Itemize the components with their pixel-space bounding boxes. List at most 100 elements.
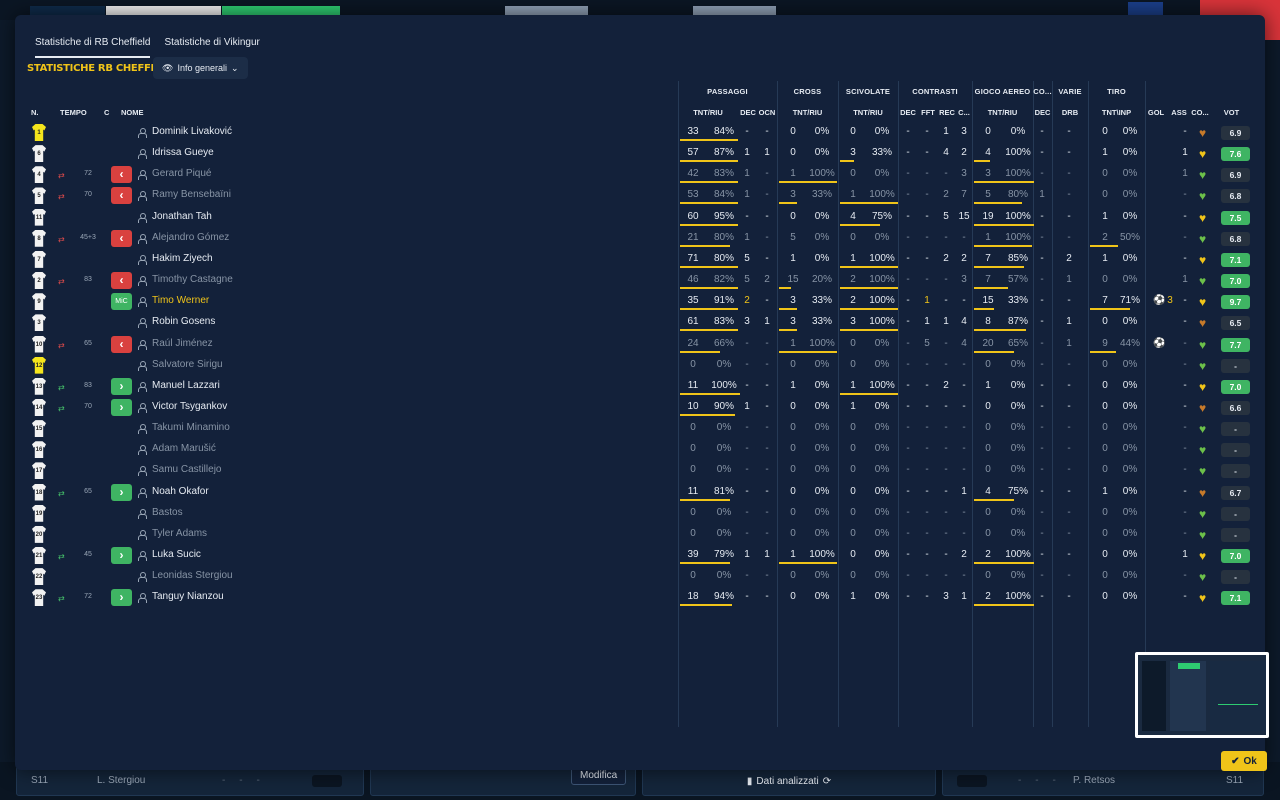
table-row[interactable]: 10 ⇄ 65 ‹ Raúl Jiménez 24 66% - -1 100% 0 0% -5-4 20 6… [25,334,1250,355]
player-profile-icon[interactable] [138,402,147,413]
player-name[interactable]: Victor Tsygankov [152,401,227,412]
goals-count: 3 [1167,295,1173,307]
table-row[interactable]: 9 MiC Timo Werner 35 91% 2-3 33% 2 100% -1- -15 33%… [25,291,1250,312]
player-profile-icon[interactable] [138,508,147,519]
player-name[interactable]: Adam Marušić [152,443,216,454]
player-name[interactable]: Manuel Lazzari [152,380,220,391]
dati-analizzati-button[interactable]: ▮ Dati analizzati ⟳ [642,766,936,796]
player-profile-icon[interactable] [138,191,147,202]
player-profile-icon[interactable] [138,572,147,583]
shot-attempts: 0 [1102,189,1108,201]
player-profile-icon[interactable] [138,424,147,435]
pass-percent: 87% [713,147,734,159]
table-row[interactable]: 7 Hakim Ziyech 71 80% 5-1 0% 1 100% - -2 2 7 85% -2 1 0… [25,249,1250,270]
player-profile-icon[interactable] [138,276,147,287]
player-profile-icon[interactable] [138,149,147,160]
table-row[interactable]: 23 ⇄ 72 › Tanguy Nianzou 18 94% - -0 0% 1 0% - -3 1 2 10… [25,587,1250,608]
table-row[interactable]: 21 ⇄ 45 › Luka Sucic 39 79% 1 1 1 100% 0 0% - - -2 2 100%… [25,545,1250,566]
player-profile-icon[interactable] [138,466,147,477]
player-name[interactable]: Idrissa Gueye [152,147,214,158]
sub-out-icon: ⇄ [58,171,65,181]
player-name[interactable]: Samu Castillejo [152,464,221,475]
table-row[interactable]: 11 Jonathan Tah 60 95% - -0 0% 4 75% - -5 15 19 100% -… [25,207,1250,228]
match-rating: 6.7 [1221,485,1250,500]
player-profile-icon[interactable] [138,445,147,456]
shot-percent: 0% [1122,168,1138,180]
player-profile-icon[interactable] [138,297,147,308]
pass-attempts: 53 [687,189,699,201]
tab-rb-cheffield[interactable]: Statistiche di RB Cheffield [35,35,151,58]
player-name[interactable]: Alejandro Gómez [152,232,229,243]
player-profile-icon[interactable] [138,381,147,392]
player-profile-icon[interactable] [138,529,147,540]
table-row[interactable]: 19 Bastos 0 0% - -0 0% 0 0% - - - -0 0% - -0 0% - ♥ - [25,503,1250,524]
player-name[interactable]: Gerard Piqué [152,168,211,179]
player-name[interactable]: Bastos [152,507,183,518]
shot-percent: 0% [1122,358,1138,370]
player-name[interactable]: Tanguy Nianzou [152,591,224,602]
tackle-fft: - [925,549,929,560]
dribbles: 2 [1066,252,1072,264]
bottom-right-panel[interactable]: - - - P. Retsos S11 [942,766,1264,796]
player-name[interactable]: Raúl Jiménez [152,338,213,349]
ok-label: Ok [1243,755,1257,767]
table-row[interactable]: 13 ⇄ 83 › Manuel Lazzari 11 100% - -1 0% 1 100% - -2-… [25,376,1250,397]
player-name[interactable]: Salvatore Sirigu [152,359,223,370]
shot-attempts: 0 [1102,443,1108,455]
table-row[interactable]: 22 Leonidas Stergiou 0 0% - - 0 0% 0 0% - - - - 0 0% - - 0… [25,566,1250,587]
table-row[interactable]: 1 Dominik Livaković 33 84% - -0 0% 0 0% - -1 3 0 0% - -… [25,122,1250,143]
pass-percent: 81% [713,485,734,497]
table-row[interactable]: 4 ⇄ 72 ‹ Gerard Piqué 42 83% 1-1 100% 0 0% - - -3 3 100… [25,164,1250,185]
player-name[interactable]: Takumi Minamino [152,422,230,433]
pass-percent: 95% [713,210,734,222]
player-name[interactable]: Robin Gosens [152,316,215,327]
table-row[interactable]: 18 ⇄ 65 › Noah Okafor 11 81% - -0 0% 0 0% - - -1 4 75% - -… [25,482,1250,503]
player-profile-icon[interactable] [138,212,147,223]
cross-percent: 33% [811,189,832,201]
table-row[interactable]: 2 ⇄ 83 ‹ Timothy Castagne 46 82% 5 2 15 20% 2 100% - -… [25,270,1250,291]
slide-percent: 0% [874,358,890,370]
player-profile-icon[interactable] [138,339,147,350]
player-profile-icon[interactable] [138,233,147,244]
player-profile-icon[interactable] [138,170,147,181]
table-row[interactable]: 14 ⇄ 70 › Victor Tsygankov 10 90% 1 - 0 0% 1 0% - - - - 0… [25,397,1250,418]
pass-percent: 83% [713,316,734,328]
player-name[interactable]: Dominik Livaković [152,126,232,137]
player-profile-icon[interactable] [138,487,147,498]
player-name[interactable]: Timothy Castagne [152,274,233,285]
player-profile-icon[interactable] [138,128,147,138]
player-name[interactable]: Jonathan Tah [152,211,212,222]
col-header-ct-c: C... [958,108,970,117]
slide-attempts: 3 [850,316,856,328]
table-row[interactable]: 12 Salvatore Sirigu 0 0% - - 0 0% 0 0% - - - - 0 0% - - 0 0… [25,355,1250,376]
aerial-bar [974,265,1024,268]
ok-button[interactable]: ✔ Ok [1221,751,1267,771]
player-name[interactable]: Noah Okafor [152,486,209,497]
player-profile-icon[interactable] [138,360,147,371]
player-profile-icon[interactable] [138,593,147,604]
player-name[interactable]: Tyler Adams [152,528,207,539]
table-row[interactable]: 16 Adam Marušić 0 0% - -0 0% 0 0% - - - -0 0% - -0 0% - ♥ - [25,439,1250,460]
minimap-preview[interactable] [1135,652,1269,738]
table-row[interactable]: 6 Idrissa Gueye 57 87% 1 1 0 0% 3 33% - -4 2 4 100% - -1… [25,143,1250,164]
bottom-left-panel[interactable]: S11 L. Stergiou - - - [16,766,364,796]
player-name[interactable]: Timo Werner [152,295,209,306]
tab-vikingur[interactable]: Statistiche di Vikingur [164,35,259,58]
player-profile-icon[interactable] [138,254,147,265]
table-row[interactable]: 8 ⇄ 45+3 ‹ Alejandro Gómez 21 80% 1-5 0% 0 0% - - - -1… [25,228,1250,249]
table-row[interactable]: 17 Samu Castillejo 0 0% - - 0 0% 0 0% - - - - 0 0% - - 0 0%… [25,460,1250,481]
table-row[interactable]: 20 Tyler Adams 0 0% - -0 0% 0 0% - - - -0 0% - -0 0% - ♥ - [25,524,1250,545]
pass-bar [680,308,738,311]
player-name[interactable]: Leonidas Stergiou [152,570,233,581]
player-name[interactable]: Luka Sucic [152,549,201,560]
table-row[interactable]: 3 Robin Gosens 61 83% 3 1 3 33% 3 100% -1 1 4 8 87% -1 0… [25,312,1250,333]
table-row[interactable]: 15 Takumi Minamino 0 0% - - 0 0% 0 0% - - - - 0 0% - - 0 0%… [25,418,1250,439]
tackle-c: - [962,464,966,476]
view-dropdown[interactable]: 👁 Info generali ⌄ [153,57,248,79]
table-row[interactable]: 5 ⇄ 70 ‹ Ramy Bensebaïni 53 84% 1-3 33% 1 100% - -2 7… [25,185,1250,206]
player-profile-icon[interactable] [138,318,147,329]
pass-attempts: 11 [687,485,699,497]
player-name[interactable]: Hakim Ziyech [152,253,213,264]
player-name[interactable]: Ramy Bensebaïni [152,189,231,200]
player-profile-icon[interactable] [138,551,147,561]
